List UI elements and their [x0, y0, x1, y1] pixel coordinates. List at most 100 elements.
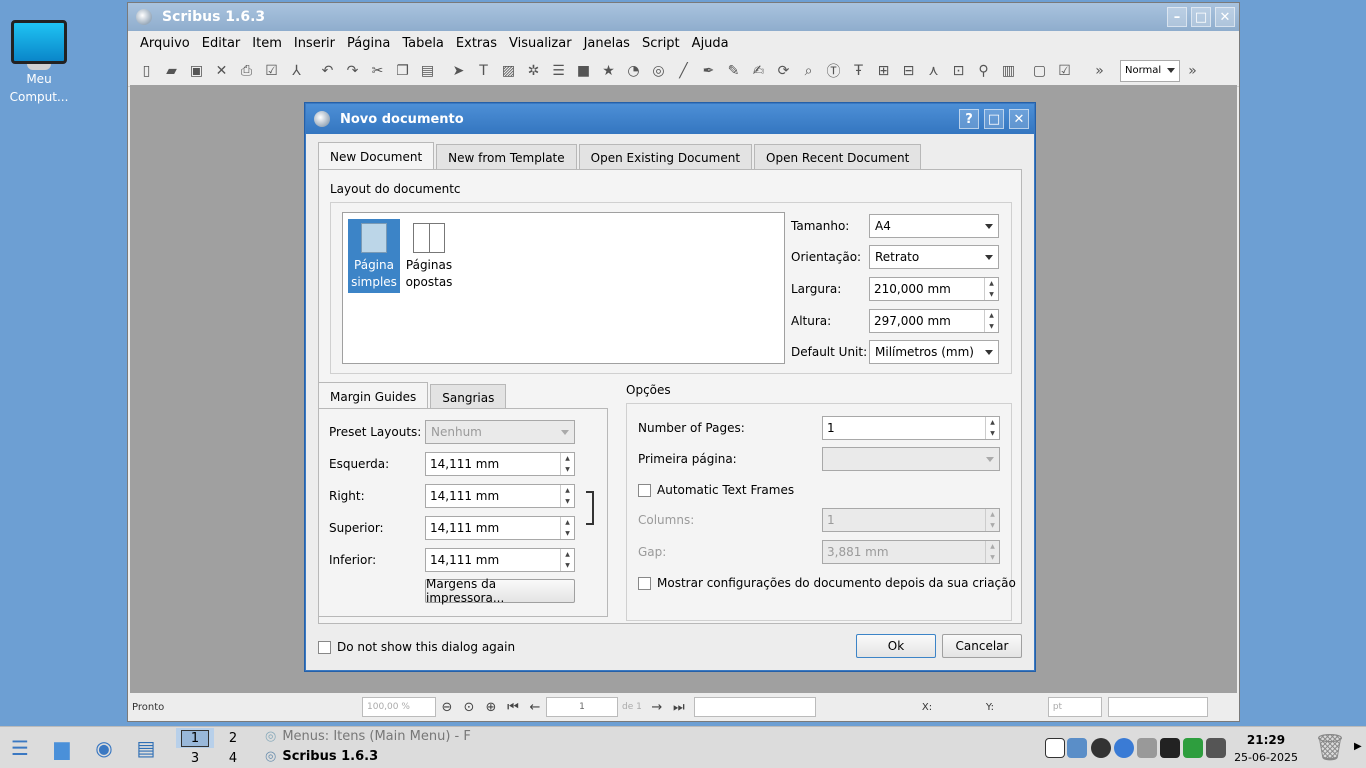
- layout-single-page[interactable]: Página simples: [348, 219, 400, 293]
- link-frames-icon[interactable]: ⊞: [871, 59, 896, 83]
- bezier-icon[interactable]: ✒: [696, 59, 721, 83]
- unit-select[interactable]: Milímetros (mm): [869, 340, 999, 364]
- render-frame-icon[interactable]: ✲: [521, 59, 546, 83]
- menu-visualizar[interactable]: Visualizar: [503, 36, 578, 51]
- menu-ajuda[interactable]: Ajuda: [686, 36, 735, 51]
- page-field[interactable]: 1: [546, 697, 618, 717]
- tab-new-document[interactable]: New Document: [318, 142, 435, 170]
- width-spinbox[interactable]: 210,000 mm ▲ ▼: [869, 277, 999, 301]
- size-select[interactable]: A4: [869, 214, 999, 238]
- select-icon[interactable]: ➤: [446, 59, 471, 83]
- next-page-icon[interactable]: →: [646, 700, 668, 715]
- workspace-1[interactable]: 1: [176, 728, 214, 748]
- minimize-button[interactable]: –: [1167, 7, 1187, 27]
- menu-item[interactable]: Item: [246, 36, 288, 51]
- zoom-icon[interactable]: ⌕: [796, 59, 821, 83]
- toolbar-more-icon[interactable]: »: [1087, 59, 1112, 83]
- copy-icon[interactable]: ❐: [390, 59, 415, 83]
- table-icon[interactable]: ☰: [546, 59, 571, 83]
- auto-text-frames-checkbox[interactable]: [638, 483, 651, 497]
- dialog-titlebar[interactable]: Novo documento ? □ ✕: [306, 104, 1034, 134]
- dont-show-checkbox[interactable]: [318, 640, 331, 654]
- freehand-icon[interactable]: ✎: [721, 59, 746, 83]
- layer-select[interactable]: [693, 697, 816, 717]
- pdf-field-icon[interactable]: ▢: [1027, 59, 1052, 83]
- mode-select[interactable]: Normal: [1120, 59, 1180, 82]
- clock-app-icon[interactable]: [1091, 738, 1111, 758]
- document-icon[interactable]: ▤: [130, 732, 162, 764]
- workspace-3[interactable]: 3: [176, 748, 214, 768]
- zoom-out-icon[interactable]: ⊖: [436, 700, 458, 715]
- measure-icon[interactable]: ⋏: [921, 59, 946, 83]
- eyedropper-icon[interactable]: ⚲: [971, 59, 996, 83]
- folder-icon[interactable]: ▆: [46, 732, 78, 764]
- undo-icon[interactable]: ↶: [315, 59, 340, 83]
- layout-list[interactable]: Página simples Páginas opostas: [342, 212, 785, 364]
- settings-icon[interactable]: [1206, 738, 1226, 758]
- save-icon[interactable]: ▣: [184, 59, 209, 83]
- image-frame-icon[interactable]: ▨: [496, 59, 521, 83]
- terminal-icon[interactable]: [1160, 738, 1180, 758]
- maximize-button[interactable]: □: [1191, 7, 1211, 27]
- tab-margin-guides[interactable]: Margin Guides: [318, 382, 429, 410]
- zoom-100-icon[interactable]: ⊙: [458, 700, 480, 715]
- copy-properties-icon[interactable]: ⊡: [946, 59, 971, 83]
- paste-icon[interactable]: ▤: [415, 59, 440, 83]
- transfer-icon[interactable]: [1137, 738, 1157, 758]
- shape-icon[interactable]: ■: [571, 59, 596, 83]
- height-spinbox[interactable]: 297,000 mm ▲ ▼: [869, 309, 999, 333]
- pdf-icon[interactable]: ⅄: [284, 59, 309, 83]
- orientation-select[interactable]: Retrato: [869, 245, 999, 269]
- top-margin-spinbox[interactable]: 14,111 mm ▲ ▼: [425, 516, 575, 540]
- close-button[interactable]: ✕: [1215, 7, 1235, 27]
- polygon-icon[interactable]: ★: [596, 59, 621, 83]
- volume-icon[interactable]: [1067, 738, 1087, 758]
- right-margin-spinbox[interactable]: 14,111 mm ▲ ▼: [425, 484, 575, 508]
- menu-editar[interactable]: Editar: [196, 36, 247, 51]
- workspace-2[interactable]: 2: [214, 728, 252, 748]
- spiral-icon[interactable]: ◎: [646, 59, 671, 83]
- left-margin-spinbox[interactable]: 14,111 mm ▲ ▼: [425, 452, 575, 476]
- arc-icon[interactable]: ◔: [621, 59, 646, 83]
- toolbar-more-icon-2[interactable]: »: [1180, 59, 1205, 83]
- app-titlebar[interactable]: Scribus 1.6.3 – □ ✕: [128, 3, 1239, 31]
- tab-open-existing[interactable]: Open Existing Document: [578, 144, 753, 170]
- pages-spinbox[interactable]: 1 ▲ ▼: [822, 416, 1000, 440]
- print-icon[interactable]: ⎙: [234, 59, 259, 83]
- close-doc-icon[interactable]: ✕: [209, 59, 234, 83]
- layout-facing-pages[interactable]: Páginas opostas: [403, 219, 455, 293]
- edit-text-icon[interactable]: Ⓣ: [821, 59, 846, 83]
- task-entry-scribus[interactable]: ◎ Scribus 1.6.3: [265, 749, 378, 764]
- link-margins-icon[interactable]: [586, 491, 594, 525]
- browser-icon[interactable]: ◉: [88, 732, 120, 764]
- menu-janelas[interactable]: Janelas: [578, 36, 636, 51]
- barcode-icon[interactable]: ▥: [996, 59, 1021, 83]
- menu-pagina[interactable]: Página: [341, 36, 396, 51]
- menu-script[interactable]: Script: [636, 36, 686, 51]
- zoom-in-icon[interactable]: ⊕: [480, 700, 502, 715]
- clock[interactable]: 21:29 25-06-2025: [1234, 731, 1298, 767]
- story-editor-icon[interactable]: Ŧ: [846, 59, 871, 83]
- network-icon[interactable]: [1114, 738, 1134, 758]
- task-entry-menus[interactable]: ◎ Menus: Itens (Main Menu) - F: [265, 729, 471, 744]
- workspace-4[interactable]: 4: [214, 748, 252, 768]
- open-icon[interactable]: ▰: [159, 59, 184, 83]
- first-page-icon[interactable]: ⏮: [502, 700, 524, 715]
- bottom-margin-spinbox[interactable]: 14,111 mm ▲ ▼: [425, 548, 575, 572]
- show-settings-checkbox[interactable]: [638, 576, 651, 590]
- pdf-checkbox-icon[interactable]: ☑: [1052, 59, 1077, 83]
- dialog-maximize-button[interactable]: □: [984, 109, 1004, 129]
- tab-new-from-template[interactable]: New from Template: [436, 144, 577, 170]
- unit-select[interactable]: pt: [1047, 697, 1102, 717]
- menu-tabela[interactable]: Tabela: [396, 36, 450, 51]
- monitor-app-icon[interactable]: [1183, 738, 1203, 758]
- tab-bleeds[interactable]: Sangrias: [430, 384, 507, 410]
- printer-margins-button[interactable]: Margens da impressora...: [425, 577, 575, 605]
- zoom-field[interactable]: 100,00 %: [362, 697, 436, 717]
- tab-open-recent[interactable]: Open Recent Document: [754, 144, 922, 170]
- line-icon[interactable]: ╱: [671, 59, 696, 83]
- calligraphic-icon[interactable]: ✍: [746, 59, 771, 83]
- clipboard-icon[interactable]: [1045, 738, 1065, 758]
- menu-arquivo[interactable]: Arquivo: [134, 36, 196, 51]
- menu-inserir[interactable]: Inserir: [288, 36, 341, 51]
